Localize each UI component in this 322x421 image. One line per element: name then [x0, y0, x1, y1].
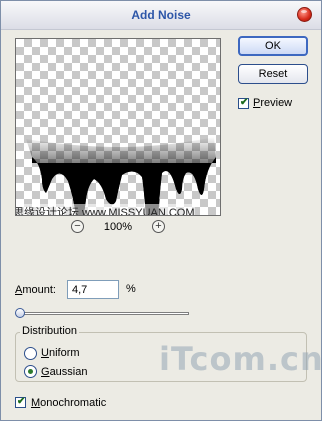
- zoom-level: 100%: [103, 221, 133, 233]
- uniform-radio[interactable]: [24, 347, 37, 360]
- amount-unit: %: [126, 283, 136, 295]
- title-bar: Add Noise: [1, 1, 321, 30]
- distribution-title: Distribution: [20, 325, 80, 337]
- dialog-title: Add Noise: [131, 8, 191, 22]
- ok-button[interactable]: OK: [238, 36, 308, 56]
- check-icon: ✔: [17, 396, 26, 407]
- amount-input[interactable]: [67, 280, 119, 299]
- uniform-label: Uniform: [41, 347, 80, 359]
- gaussian-label: Gaussian: [41, 366, 88, 378]
- amount-label: Amount:: [15, 284, 56, 296]
- gaussian-radio[interactable]: [24, 365, 37, 378]
- add-noise-dialog: Add Noise 思缘设计论坛 www.MISSYUAN.COM − 100%…: [0, 0, 322, 421]
- check-icon: ✔: [240, 97, 249, 108]
- monochromatic-label: Monochromatic: [31, 397, 107, 409]
- preview-label: Preview: [253, 97, 293, 109]
- close-button[interactable]: [297, 7, 312, 22]
- watermark-text: 思缘设计论坛 www.MISSYUAN.COM: [16, 204, 195, 215]
- zoom-controls: − 100% +: [15, 220, 221, 236]
- monochromatic-checkbox[interactable]: ✔: [15, 396, 26, 408]
- amount-slider-thumb[interactable]: [15, 308, 25, 318]
- preview-checkbox[interactable]: ✔: [238, 97, 249, 109]
- drip-image: [26, 137, 216, 215]
- preview-canvas[interactable]: 思缘设计论坛 www.MISSYUAN.COM: [15, 38, 221, 216]
- radio-dot-icon: [28, 369, 33, 374]
- zoom-in-button[interactable]: +: [152, 220, 165, 233]
- reset-button[interactable]: Reset: [238, 64, 308, 84]
- amount-slider-track[interactable]: [18, 312, 189, 315]
- site-watermark: iTcom.cn: [159, 340, 322, 378]
